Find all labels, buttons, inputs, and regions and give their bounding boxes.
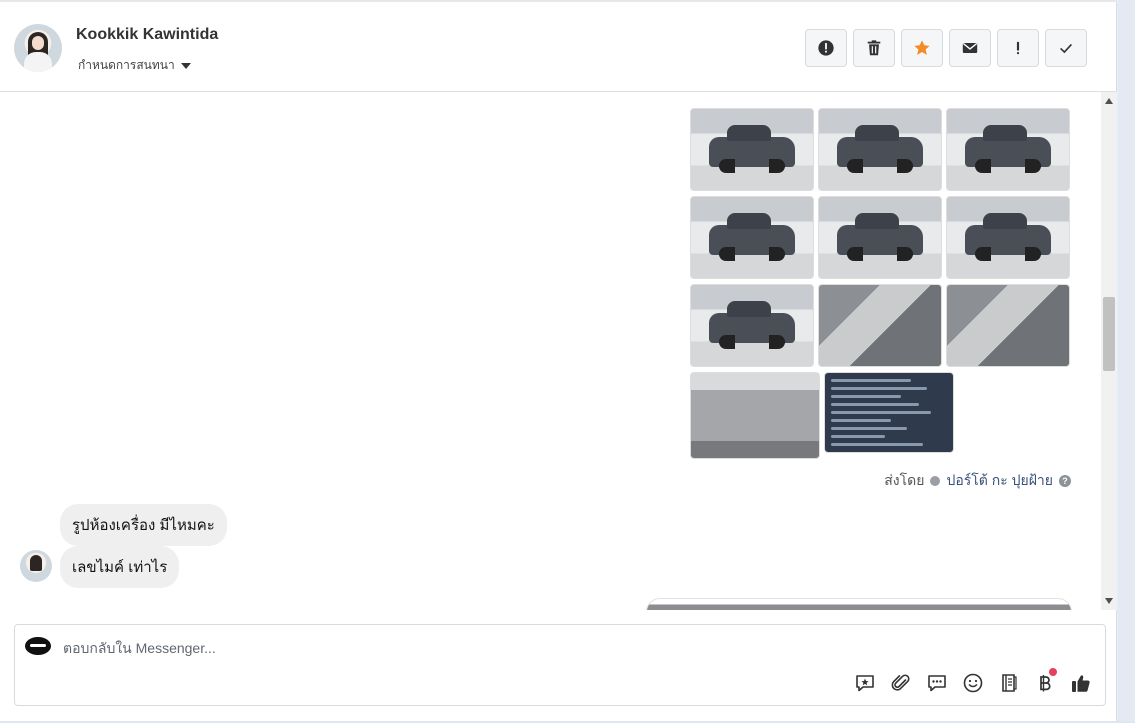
car-photo[interactable]: [946, 108, 1070, 191]
notification-dot: [1049, 668, 1057, 676]
page-logo-icon: [25, 637, 51, 655]
scroll-up-arrow-icon[interactable]: [1105, 98, 1113, 104]
star-button[interactable]: [901, 29, 943, 67]
payment-button[interactable]: [1033, 668, 1057, 695]
sender-name[interactable]: ปอร์โต้ กะ ปุยฝ้าย: [946, 470, 1053, 492]
caret-down-icon: [180, 62, 191, 69]
envelope-icon: [962, 42, 978, 53]
exclamation-icon: [1016, 41, 1020, 55]
car-photo[interactable]: [818, 196, 942, 279]
star-icon: [914, 40, 930, 55]
car-photo[interactable]: [946, 196, 1070, 279]
status-dot-icon: [930, 476, 941, 486]
conversation-header: Kookkik Kawintida กำหนดการสนทนา: [0, 0, 1117, 92]
car-photo[interactable]: [690, 108, 814, 191]
message-thread[interactable]: ส่งโดย ปอร์โต้ กะ ปุยฝ้าย ? รูปห้องเครื่…: [0, 92, 1101, 610]
attachment-icon: [891, 674, 910, 691]
composer-toolbar: [853, 668, 1093, 695]
car-seats-photo[interactable]: [690, 372, 820, 459]
like-button[interactable]: [1069, 671, 1093, 695]
attach-file-button[interactable]: [889, 671, 913, 695]
header-actions: [805, 29, 1087, 67]
done-button[interactable]: [1045, 29, 1087, 67]
sent-by-info: ส่งโดย ปอร์โต้ กะ ปุยฝ้าย ?: [884, 470, 1071, 492]
car-interior-photo[interactable]: [818, 284, 942, 367]
scroll-down-arrow-icon[interactable]: [1105, 598, 1113, 604]
car-photo[interactable]: [690, 196, 814, 279]
quick-replies-button[interactable]: [925, 671, 949, 695]
car-photo[interactable]: [818, 108, 942, 191]
alert-circle-icon: [818, 40, 834, 56]
contact-name[interactable]: Kookkik Kawintida: [76, 26, 218, 44]
outgoing-image-preview[interactable]: [646, 598, 1072, 610]
important-button[interactable]: [997, 29, 1039, 67]
saved-reply-icon: [856, 675, 874, 692]
emoji-icon: [963, 673, 983, 693]
car-spec-card-image[interactable]: [824, 372, 954, 453]
chat-scrollbar[interactable]: [1101, 92, 1117, 610]
car-interior-photo[interactable]: [946, 284, 1070, 367]
assign-conversation-label: กำหนดการสนทนา: [78, 58, 175, 72]
right-edge-panel: [1118, 0, 1135, 723]
check-icon: [1060, 43, 1072, 54]
notes-icon: [1002, 674, 1017, 692]
conversation-panel: Kookkik Kawintida กำหนดการสนทนา ส่งโดย ป…: [0, 0, 1117, 721]
sent-by-label: ส่งโดย: [884, 472, 925, 488]
saved-reply-button[interactable]: [853, 671, 877, 695]
reply-input[interactable]: [63, 637, 963, 659]
assign-conversation-dropdown[interactable]: กำหนดการสนทนา: [78, 56, 191, 75]
mail-button[interactable]: [949, 29, 991, 67]
reply-composer: [14, 624, 1106, 706]
emoji-button[interactable]: [961, 671, 985, 695]
trash-icon: [867, 40, 881, 56]
delete-button[interactable]: [853, 29, 895, 67]
thumbs-up-icon: [1072, 675, 1090, 692]
incoming-message[interactable]: เลขไมค์ เท่าไร: [60, 546, 180, 588]
scroll-thumb[interactable]: [1103, 297, 1115, 371]
notes-button[interactable]: [997, 671, 1021, 695]
report-button[interactable]: [805, 29, 847, 67]
incoming-message[interactable]: รูปห้องเครื่อง มีไหมคะ: [60, 504, 227, 546]
contact-avatar-small[interactable]: [20, 550, 52, 582]
chat-bubbles-icon: [928, 675, 946, 692]
help-icon[interactable]: ?: [1059, 475, 1071, 487]
contact-avatar[interactable]: [14, 24, 62, 72]
car-photo[interactable]: [690, 284, 814, 367]
